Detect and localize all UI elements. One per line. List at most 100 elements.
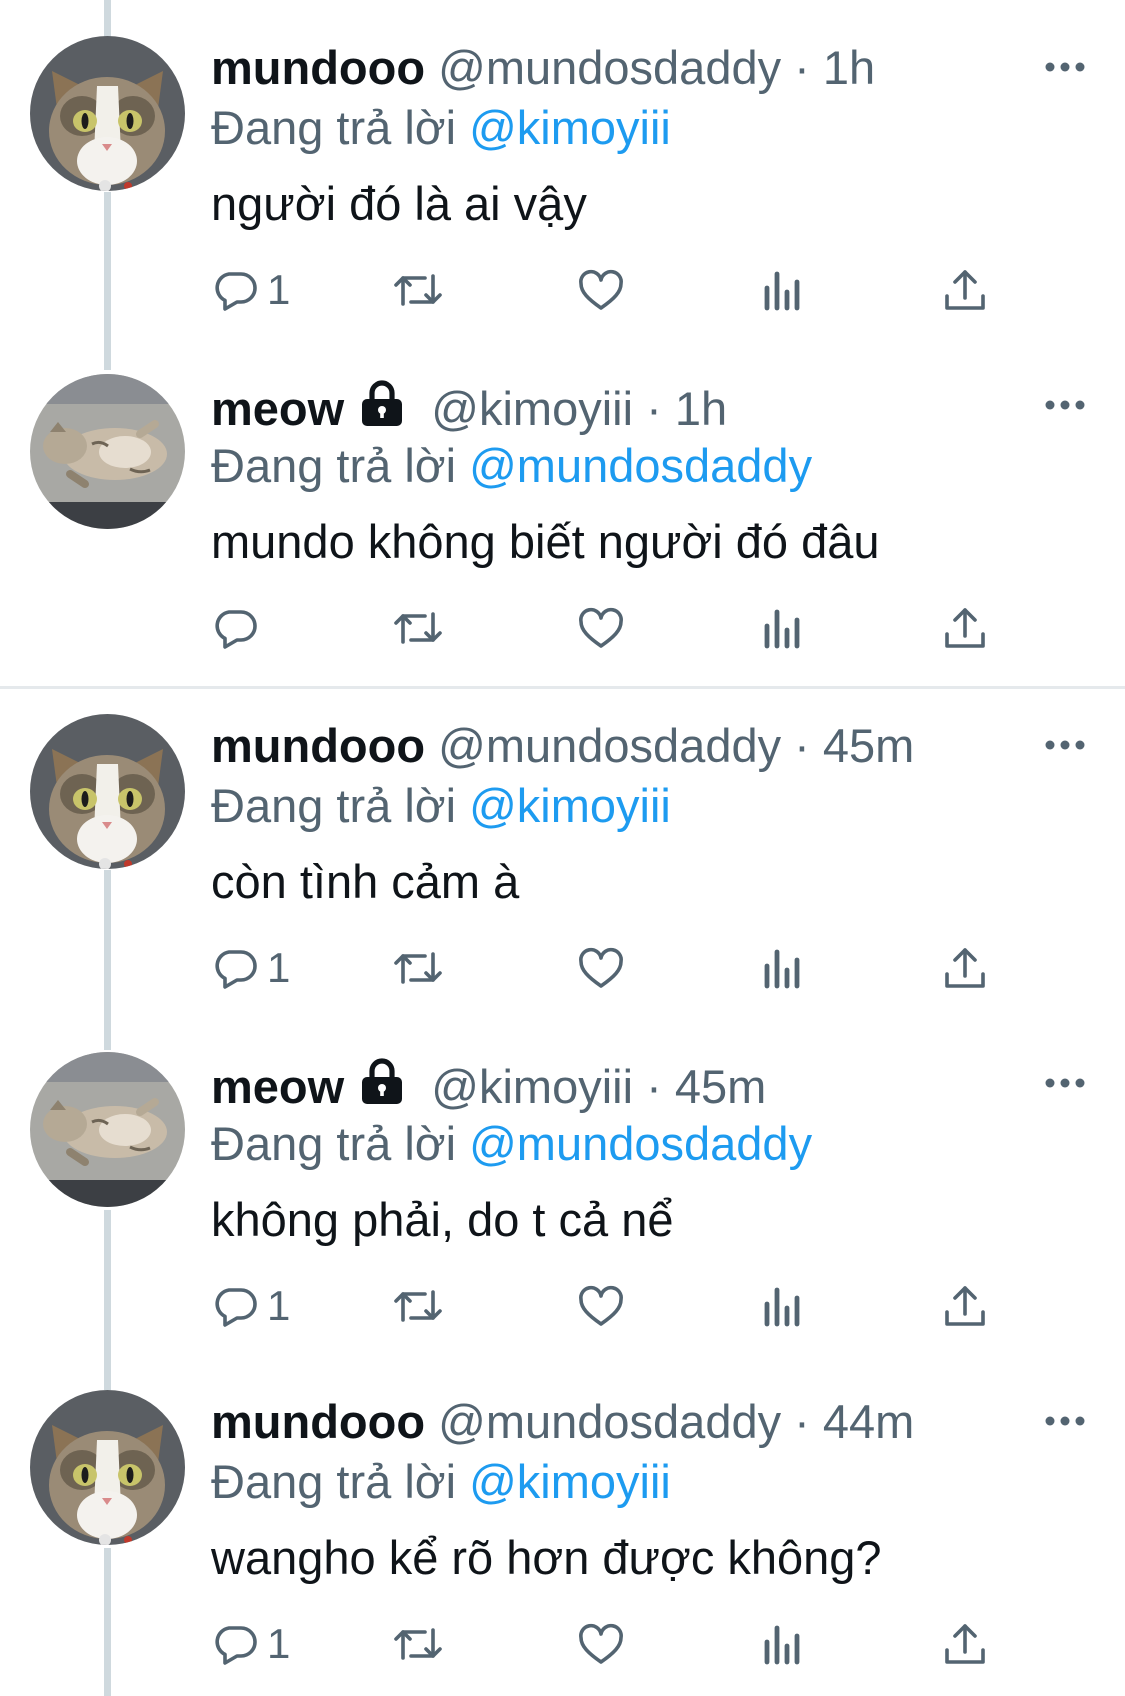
retweet-button[interactable] xyxy=(391,938,445,998)
retweet-button[interactable] xyxy=(391,598,445,658)
heart-icon xyxy=(579,269,623,310)
share-button[interactable] xyxy=(941,938,989,998)
like-button[interactable] xyxy=(576,938,626,998)
separator-dot: · xyxy=(794,1395,810,1448)
share-upload-icon xyxy=(945,948,985,988)
separator-dot: · xyxy=(646,1060,662,1113)
share-button[interactable] xyxy=(941,1614,989,1674)
like-button[interactable] xyxy=(576,260,626,320)
replying-to-mention[interactable]: @mundosdaddy xyxy=(469,1117,812,1170)
timestamp[interactable]: 45m xyxy=(675,1060,766,1113)
sleeping-cat-avatar-image xyxy=(30,374,185,529)
display-name[interactable]: meow xyxy=(211,382,344,435)
like-button[interactable] xyxy=(576,1614,626,1674)
reply-button[interactable]: 1 xyxy=(211,1614,290,1674)
more-dots-icon[interactable] xyxy=(1040,1406,1090,1436)
reply-bubble-icon xyxy=(215,610,257,649)
more-dots-icon[interactable] xyxy=(1040,52,1090,82)
retweet-button[interactable] xyxy=(391,1276,445,1336)
views-button[interactable] xyxy=(761,1276,805,1336)
tweet-header: mundooo @mundosdaddy · 45m xyxy=(211,718,914,774)
views-chart-icon xyxy=(764,609,800,649)
cat-face-avatar-image xyxy=(30,36,185,191)
user-handle[interactable]: @kimoyiii xyxy=(431,1060,633,1113)
timestamp[interactable]: 1h xyxy=(823,41,875,94)
tweet-header: mundooo @mundosdaddy · 44m xyxy=(211,1394,914,1450)
replying-prefix: Đang trả lời xyxy=(211,1117,457,1170)
avatar-cat-face[interactable] xyxy=(30,714,185,869)
display-name[interactable]: mundooo xyxy=(211,41,425,94)
retweet-icon xyxy=(394,1628,442,1660)
replying-to-mention[interactable]: @kimoyiii xyxy=(469,101,671,154)
heart-icon xyxy=(579,947,623,988)
share-button[interactable] xyxy=(941,1276,989,1336)
display-name[interactable]: mundooo xyxy=(211,719,425,772)
share-button[interactable] xyxy=(941,598,989,658)
timestamp[interactable]: 1h xyxy=(675,382,727,435)
tweet-header: mundooo @mundosdaddy · 1h xyxy=(211,40,875,96)
tweet[interactable]: mundooo @mundosdaddy · 44m Đang trả lời … xyxy=(0,1354,1125,1684)
separator-dot: · xyxy=(646,382,662,435)
like-button[interactable] xyxy=(576,598,626,658)
tweet[interactable]: meow @kimoyiii · 1h Đang trả lời @mundos… xyxy=(0,338,1125,668)
reply-button[interactable]: 1 xyxy=(211,1276,290,1336)
replying-to-mention[interactable]: @mundosdaddy xyxy=(469,439,812,492)
more-dots-icon[interactable] xyxy=(1040,390,1090,420)
tweet-actions xyxy=(211,598,1011,658)
cat-face-avatar-image xyxy=(30,714,185,869)
replying-to-mention[interactable]: @kimoyiii xyxy=(469,1455,671,1508)
share-upload-icon xyxy=(945,1624,985,1664)
like-button[interactable] xyxy=(576,1276,626,1336)
retweet-button[interactable] xyxy=(391,1614,445,1674)
tweet-actions: 1 xyxy=(211,260,1011,320)
replying-to: Đang trả lời @kimoyiii xyxy=(211,1454,671,1510)
avatar-sleeping-cat[interactable] xyxy=(30,374,185,529)
replying-to: Đang trả lời @kimoyiii xyxy=(211,778,671,834)
replying-prefix: Đang trả lời xyxy=(211,101,457,154)
display-name[interactable]: mundooo xyxy=(211,1395,425,1448)
user-handle[interactable]: @kimoyiii xyxy=(431,382,633,435)
tweet-text: mundo không biết người đó đâu xyxy=(211,515,880,568)
reply-button[interactable]: 1 xyxy=(211,260,290,320)
avatar-sleeping-cat[interactable] xyxy=(30,1052,185,1207)
tweet[interactable]: mundooo @mundosdaddy · 1h Đang trả lời @… xyxy=(0,0,1125,330)
reply-button[interactable] xyxy=(211,598,267,658)
views-chart-icon xyxy=(764,1287,800,1327)
views-button[interactable] xyxy=(761,1614,805,1674)
timestamp[interactable]: 45m xyxy=(823,719,914,772)
tweet-actions: 1 xyxy=(211,1614,1011,1674)
share-upload-icon xyxy=(945,1286,985,1326)
share-upload-icon xyxy=(945,270,985,310)
reply-count: 1 xyxy=(267,1620,291,1667)
tweet[interactable]: meow @kimoyiii · 45m Đang trả lời @mundo… xyxy=(0,1016,1125,1346)
share-button[interactable] xyxy=(941,260,989,320)
replying-prefix: Đang trả lời xyxy=(211,439,457,492)
replying-to-mention[interactable]: @kimoyiii xyxy=(469,779,671,832)
user-handle[interactable]: @mundosdaddy xyxy=(438,41,781,94)
replying-prefix: Đang trả lời xyxy=(211,779,457,832)
tweet-text: không phải, do t cả nể xyxy=(211,1193,674,1246)
user-handle[interactable]: @mundosdaddy xyxy=(438,1395,781,1448)
lock-icon xyxy=(358,1056,406,1118)
sleeping-cat-avatar-image xyxy=(30,1052,185,1207)
share-upload-icon xyxy=(945,608,985,648)
separator-dot: · xyxy=(794,41,810,94)
views-button[interactable] xyxy=(761,598,805,658)
more-dots-icon[interactable] xyxy=(1040,1068,1090,1098)
heart-icon xyxy=(579,607,623,648)
retweet-button[interactable] xyxy=(391,260,445,320)
more-dots-icon[interactable] xyxy=(1040,730,1090,760)
reply-bubble-icon xyxy=(215,950,257,989)
user-handle[interactable]: @mundosdaddy xyxy=(438,719,781,772)
timestamp[interactable]: 44m xyxy=(823,1395,914,1448)
views-button[interactable] xyxy=(761,260,805,320)
reply-button[interactable]: 1 xyxy=(211,938,290,998)
avatar-cat-face[interactable] xyxy=(30,1390,185,1545)
tweet-text: còn tình cảm à xyxy=(211,855,520,908)
display-name[interactable]: meow xyxy=(211,1060,344,1113)
views-button[interactable] xyxy=(761,938,805,998)
retweet-icon xyxy=(394,952,442,984)
retweet-icon xyxy=(394,612,442,644)
tweet[interactable]: mundooo @mundosdaddy · 45m Đang trả lời … xyxy=(0,678,1125,1008)
avatar-cat-face[interactable] xyxy=(30,36,185,191)
